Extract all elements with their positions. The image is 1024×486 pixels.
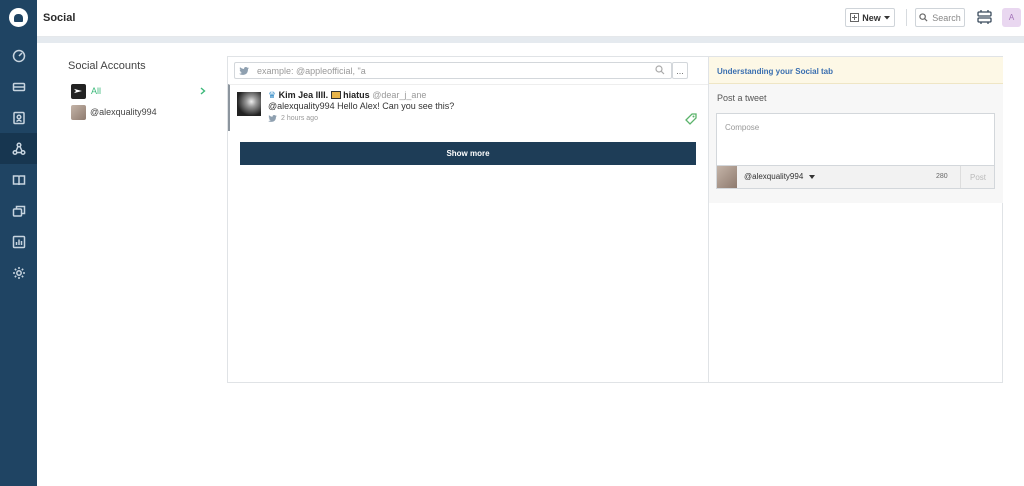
post-tweet-panel: Understanding your Social tab Post a twe… xyxy=(709,57,1003,203)
compose-placeholder: Compose xyxy=(725,123,760,132)
header-divider-band xyxy=(37,37,1024,43)
show-more-button[interactable]: Show more xyxy=(240,142,696,165)
more-options-button[interactable]: ... xyxy=(672,62,688,79)
all-accounts-icon xyxy=(71,83,86,99)
search-icon[interactable] xyxy=(655,65,665,75)
social-accounts-title: Social Accounts xyxy=(68,60,146,72)
caret-down-icon xyxy=(809,174,816,179)
tickets-icon[interactable] xyxy=(0,71,37,102)
tweet-item[interactable]: ♛ Kim Jea IIII. hiatus @dear_j_ane @alex… xyxy=(228,84,708,131)
user-avatar[interactable]: A xyxy=(1002,8,1021,27)
social-stream-panel: example: @appleofficial, "a ... ♛ Kim Je… xyxy=(227,56,1003,383)
account-item-alexquality994[interactable]: @alexquality994 xyxy=(71,104,211,120)
account-item-all-label: All xyxy=(91,86,102,96)
tweet-author-name[interactable]: Kim Jea IIII. xyxy=(279,90,329,100)
account-selector-label: @alexquality994 xyxy=(744,172,804,181)
post-tweet-heading: Post a tweet xyxy=(717,93,767,103)
account-avatar xyxy=(71,104,86,120)
account-selector[interactable]: @alexquality994 xyxy=(744,172,816,181)
account-item-handle: @alexquality994 xyxy=(90,107,157,117)
understanding-social-link[interactable]: Understanding your Social tab xyxy=(709,57,1003,84)
tweet-text: @alexquality994 Hello Alex! Can you see … xyxy=(268,101,455,111)
social-icon[interactable] xyxy=(0,133,37,164)
chevron-down-icon xyxy=(883,15,890,19)
contacts-icon[interactable] xyxy=(0,102,37,133)
twitter-search-field[interactable]: example: @appleofficial, "a xyxy=(234,62,672,79)
social-accounts-panel: Social Accounts All @alexquality994 xyxy=(68,60,218,120)
emoji-icon xyxy=(330,91,341,99)
reports-icon[interactable] xyxy=(0,226,37,257)
page-title: Social xyxy=(43,12,76,24)
chevron-right-icon xyxy=(200,87,206,95)
toolbar-divider xyxy=(906,9,907,26)
new-button[interactable]: New xyxy=(845,8,895,27)
search-button[interactable]: Search xyxy=(915,8,965,27)
post-button[interactable]: Post xyxy=(960,166,995,188)
account-avatar xyxy=(717,166,737,188)
account-item-all[interactable]: All xyxy=(71,83,211,99)
twitter-bird-icon xyxy=(268,115,277,122)
new-button-label: New xyxy=(862,12,881,23)
switcher-icon[interactable] xyxy=(977,10,992,24)
convert-to-ticket-icon[interactable] xyxy=(685,113,697,125)
tweet-header: ♛ Kim Jea IIII. hiatus @dear_j_ane xyxy=(268,90,426,101)
tweet-author-avatar[interactable] xyxy=(237,92,261,116)
knowledge-base-icon[interactable] xyxy=(0,164,37,195)
twitter-bird-icon xyxy=(239,66,249,75)
search-button-label: Search xyxy=(932,12,961,23)
dashboard-icon[interactable] xyxy=(0,40,37,71)
tweet-author-handle[interactable]: @dear_j_ane xyxy=(372,90,426,100)
search-icon xyxy=(919,13,928,22)
tweet-timestamp[interactable]: 2 hours ago xyxy=(281,115,318,122)
app-logo-icon[interactable] xyxy=(9,8,28,27)
sidebar xyxy=(0,0,37,486)
compose-textarea[interactable]: Compose xyxy=(716,113,995,166)
tweet-meta: 2 hours ago xyxy=(268,115,318,122)
search-placeholder: example: @appleofficial, "a xyxy=(257,65,366,76)
settings-icon[interactable] xyxy=(0,257,37,288)
plus-icon xyxy=(850,13,860,22)
character-count: 280 xyxy=(936,173,948,180)
compose-footer: @alexquality994 280 Post xyxy=(716,166,995,189)
forums-icon[interactable] xyxy=(0,195,37,226)
crown-icon: ♛ xyxy=(268,90,277,100)
tweet-author-status: hiatus xyxy=(343,90,370,100)
top-bar: Social New Search A xyxy=(37,0,1024,37)
